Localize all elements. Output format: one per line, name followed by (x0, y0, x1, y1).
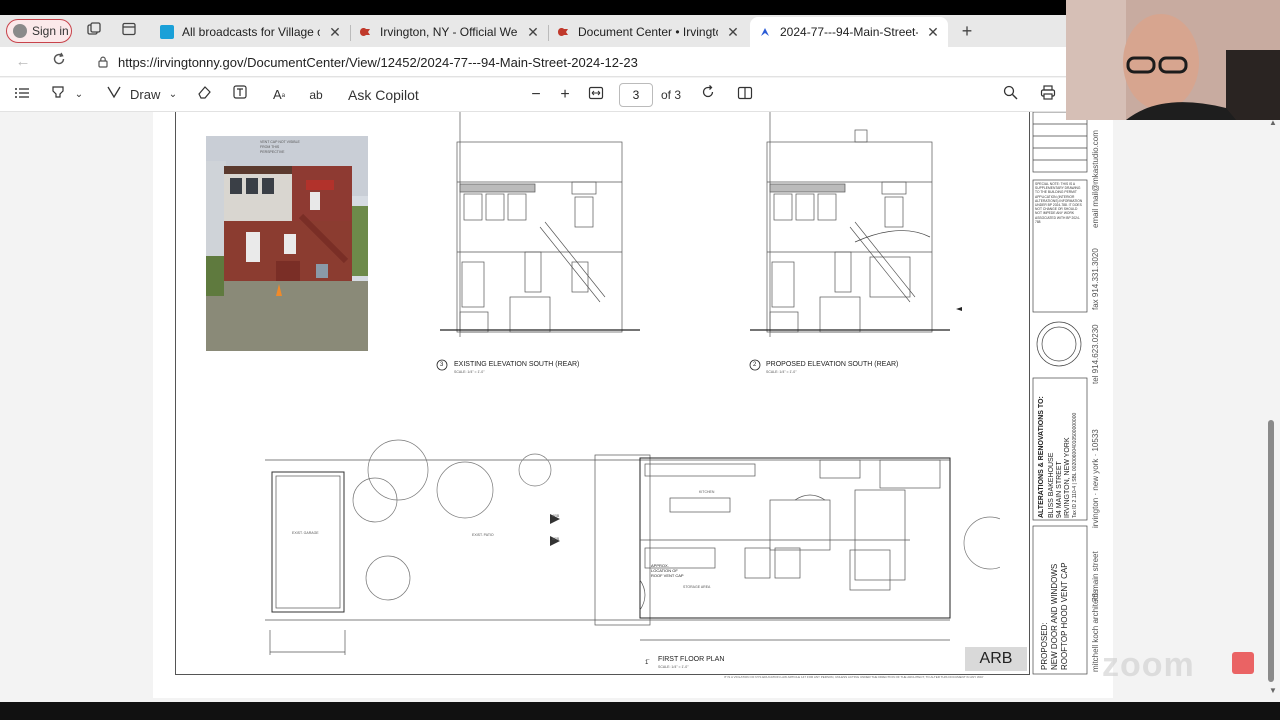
violation-footer-note: IT IS A VIOLATION OF NYS EDUCATION LAW A… (724, 675, 984, 679)
fax-text: fax 914.331.3020 (1091, 248, 1100, 310)
webcam-video (1066, 0, 1280, 120)
bottom-black-strip (0, 702, 1280, 720)
eraser-icon[interactable] (194, 84, 214, 106)
vent-location-label: APPROX. LOCATION OF ROOF VENT CAP (651, 563, 684, 578)
zoom-out-icon[interactable]: − (528, 84, 544, 106)
project-line4: Tax ID 2.110-4 | SBL 0020060040105000000… (1072, 412, 1078, 518)
arb-marker: ARB (552, 537, 560, 541)
text-box-icon[interactable] (230, 84, 250, 106)
rotate-icon[interactable] (698, 84, 718, 106)
proposed-line2: NEW DOOR AND WINDOWS (1050, 563, 1059, 670)
kitchen-label: KITCHEN (699, 490, 715, 494)
close-tab-icon[interactable]: ✕ (726, 24, 740, 41)
draw-icon[interactable] (104, 84, 124, 106)
tab-irvington-official[interactable]: Irvington, NY - Official Website | C ✕ (350, 17, 548, 47)
close-tab-icon[interactable]: ✕ (328, 24, 342, 41)
arb-marker: ARB (552, 514, 560, 518)
close-tab-icon[interactable]: ✕ (526, 24, 540, 41)
view2-number: 2 (753, 362, 757, 368)
translate-icon[interactable]: ab (306, 84, 326, 106)
view3-number: 3 (440, 362, 444, 368)
url-field[interactable]: https://irvingtonny.gov/DocumentCenter/V… (86, 50, 1076, 74)
project-line1: BLISS BAKEHOUSE (1048, 452, 1055, 518)
url-text: https://irvingtonny.gov/DocumentCenter/V… (118, 54, 638, 70)
lock-icon (98, 56, 108, 68)
back-arrow-icon[interactable]: ← (12, 51, 34, 73)
photo-note: VENT CAP NOT VISIBLE FROM THIS PERSPECTI… (260, 140, 300, 154)
civicplus-favicon-icon (556, 25, 570, 39)
tab-title: All broadcasts for Village of Irving (182, 25, 320, 39)
signin-label: Sign in (32, 24, 69, 38)
close-tab-icon[interactable]: ✕ (926, 24, 940, 41)
building-photo: VENT CAP NOT VISIBLE FROM THIS PERSPECTI… (206, 136, 368, 351)
tab-broadcasts[interactable]: All broadcasts for Village of Irving ✕ (152, 17, 350, 47)
garage-label: EXIST. GARAGE (292, 531, 319, 535)
workspaces-icon[interactable] (84, 21, 104, 41)
view1-title: FIRST FLOOR PLAN (658, 656, 725, 663)
tab-pdf-active[interactable]: 2024-77---94-Main-Street-2024- ✕ (750, 17, 948, 47)
civicplus-favicon-icon (358, 25, 372, 39)
firm-name: mitchell koch architects (1091, 589, 1100, 672)
plus-icon[interactable]: + (957, 21, 977, 41)
proposed-line3: ROOFTOP HOOD VENT CAP (1060, 562, 1069, 670)
storage-label: STORAGE AREA (683, 585, 711, 589)
contents-list-icon[interactable] (12, 84, 32, 106)
zoom-watermark: zoom (1102, 646, 1195, 684)
tel-text: tel 914.623.0230 (1091, 324, 1100, 384)
draw-dropdown-chevron-icon[interactable]: ⌄ (166, 84, 180, 106)
proposed-line1: PROPOSED: (1040, 622, 1049, 670)
floor-plan-drawing (265, 439, 1000, 660)
broadcast-favicon-icon (160, 25, 174, 39)
project-line2: 94 MAIN STREET (1056, 461, 1063, 518)
draw-label[interactable]: Draw (130, 84, 160, 106)
tab-actions-icon[interactable] (119, 21, 139, 41)
arb-stamp: ARB (965, 647, 1027, 671)
page-view-icon[interactable] (735, 84, 755, 106)
view2-scale: SCALE: 1/4" = 1'-0" (766, 370, 797, 374)
scrollbar-thumb[interactable] (1268, 420, 1274, 682)
email-text: email mail@mkastudio.com (1091, 130, 1100, 228)
page-number-input[interactable]: 3 (619, 83, 653, 107)
scroll-down-arrow-icon[interactable]: ▼ (1266, 686, 1280, 695)
project-line3: IRVINGTON, NEW YORK (1064, 437, 1071, 518)
elevation-drawings (436, 112, 962, 371)
read-aloud-icon[interactable]: Aᵃ (268, 84, 290, 106)
tab-title: 2024-77---94-Main-Street-2024- (780, 25, 918, 39)
view1-scale: SCALE: 1/4" = 1'-0" (658, 665, 689, 669)
pdf-app-icon (1232, 652, 1254, 674)
fit-page-icon[interactable] (586, 84, 606, 106)
view3-title: EXISTING ELEVATION SOUTH (REAR) (454, 361, 580, 368)
tab-document-center[interactable]: Document Center • Irvington • Ci ✕ (548, 17, 748, 47)
pdf-favicon-icon (758, 25, 772, 39)
zoom-in-icon[interactable]: + (557, 84, 573, 106)
patio-label: EXIST. PATIO (472, 533, 494, 537)
highlight-icon[interactable] (48, 84, 68, 106)
print-icon[interactable] (1038, 84, 1058, 106)
signin-button[interactable]: Sign in (6, 19, 72, 43)
ask-copilot-button[interactable]: Ask Copilot (348, 84, 419, 106)
search-icon[interactable] (1000, 84, 1020, 106)
highlight-dropdown-chevron-icon[interactable]: ⌄ (72, 84, 86, 106)
tab-title: Document Center • Irvington • Ci (578, 25, 718, 39)
tab-title: Irvington, NY - Official Website | C (380, 25, 518, 39)
special-note: SPECIAL NOTE: THIS IS A SUPPLEMENTARY DR… (1035, 182, 1083, 224)
view3-scale: SCALE: 1/4" = 1'-0" (454, 370, 485, 374)
screen: Sign in All broadcasts for Village of Ir… (0, 0, 1280, 720)
profile-icon (13, 24, 27, 38)
page-count: of 3 (661, 88, 682, 102)
view2-title: PROPOSED ELEVATION SOUTH (REAR) (766, 361, 899, 368)
city-text: irvington · new york · 10533 (1091, 429, 1100, 528)
view1-number: 1 (645, 660, 649, 666)
project-heading: ALTERATIONS & RENOVATIONS TO: (1038, 396, 1045, 518)
refresh-icon[interactable] (48, 51, 70, 73)
